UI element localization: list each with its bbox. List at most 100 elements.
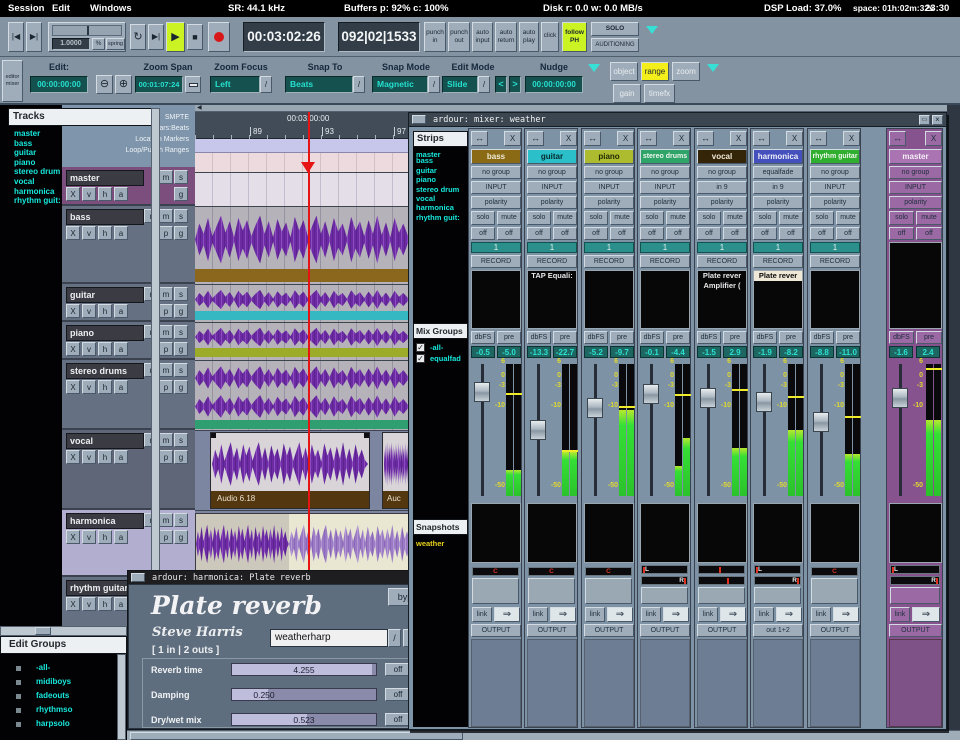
pre-redirect-box[interactable]: [471, 270, 521, 329]
gain-automation-button[interactable]: g: [174, 450, 188, 464]
lane-bass[interactable]: [195, 206, 412, 284]
tracks-pane-scrollbar[interactable]: [151, 108, 160, 632]
record-button[interactable]: RECORD: [584, 255, 634, 268]
lane-stereo-drums[interactable]: [195, 360, 412, 430]
height-button[interactable]: h: [98, 342, 112, 356]
mouse-mode-range[interactable]: range: [641, 62, 669, 81]
editor-hscrollbar[interactable]: [127, 730, 960, 740]
peak-display[interactable]: -8.2: [779, 346, 803, 358]
group-button[interactable]: no group: [640, 166, 690, 179]
record-button[interactable]: RECORD: [810, 255, 860, 268]
solo-button[interactable]: solo: [753, 211, 777, 225]
strip-width-icon[interactable]: ↔: [527, 131, 544, 146]
pre-button[interactable]: pre: [916, 331, 942, 344]
strip-name-button[interactable]: rhythm guitar: [810, 149, 860, 164]
record-button[interactable]: RECORD: [640, 255, 690, 268]
group-button[interactable]: no group: [471, 166, 521, 179]
plugin-entry-selected[interactable]: Plate rever: [754, 271, 802, 281]
pre-redirect-box[interactable]: [810, 270, 860, 329]
track-name[interactable]: bass: [66, 209, 144, 225]
visual-button[interactable]: v: [82, 304, 96, 318]
solo-button[interactable]: solo: [697, 211, 721, 225]
comments-area[interactable]: [753, 639, 803, 727]
mix-group-item[interactable]: equalfad: [430, 354, 461, 363]
pan-link-arrow[interactable]: ⇒: [494, 607, 520, 622]
strip-width-icon[interactable]: ↔: [471, 131, 488, 146]
automation-button[interactable]: a: [114, 226, 128, 240]
solo-button[interactable]: solo: [527, 211, 551, 225]
mouse-mode-object[interactable]: object: [610, 62, 638, 81]
automation-button[interactable]: a: [114, 380, 128, 394]
visual-button[interactable]: v: [82, 597, 96, 611]
mute-button[interactable]: mute: [497, 211, 521, 225]
menu-session[interactable]: Session: [8, 3, 44, 14]
automation-button[interactable]: a: [114, 450, 128, 464]
nudge-back-button[interactable]: <: [495, 76, 507, 93]
auto-play-button[interactable]: auto play: [519, 22, 539, 52]
record-off-button[interactable]: off: [584, 227, 608, 240]
monitor-off-button[interactable]: off: [723, 227, 747, 240]
pre-redirect-box[interactable]: [889, 242, 942, 329]
strip-name-button[interactable]: vocal: [697, 149, 747, 164]
tracks-list-item[interactable]: rhythm guit:: [14, 196, 62, 206]
pan-link-button[interactable]: link: [754, 607, 774, 622]
strip-hide-icon[interactable]: X: [504, 131, 521, 146]
group-bar[interactable]: 1: [753, 242, 803, 253]
group-button[interactable]: no group: [810, 166, 860, 179]
pan-link-button[interactable]: link: [472, 607, 492, 622]
zoom-focus-arrow[interactable]: /: [260, 76, 272, 93]
height-button[interactable]: h: [98, 450, 112, 464]
hide-button[interactable]: X: [66, 597, 80, 611]
strip-name-button[interactable]: harmonica: [753, 149, 803, 164]
tracks-list-item[interactable]: piano: [14, 158, 62, 168]
mix-groups-header[interactable]: Mix Groups: [413, 323, 468, 339]
solo-button[interactable]: solo: [471, 211, 495, 225]
record-button[interactable]: [208, 22, 230, 52]
mute-button[interactable]: mute: [779, 211, 803, 225]
dbfs-button[interactable]: dbFS: [697, 331, 721, 344]
gain-automation-button[interactable]: g: [174, 187, 188, 201]
pre-redirect-box[interactable]: [640, 270, 690, 329]
group-bar[interactable]: 1: [810, 242, 860, 253]
mouse-mode-expander-icon[interactable]: [707, 64, 719, 72]
monitor-off-button[interactable]: off: [666, 227, 690, 240]
track-name[interactable]: vocal: [66, 433, 144, 449]
pan-link-arrow[interactable]: ⇒: [720, 607, 746, 622]
menu-windows[interactable]: Windows: [90, 3, 132, 14]
pan-link-button[interactable]: link: [641, 607, 661, 622]
primary-clock[interactable]: 00:03:02:26: [243, 22, 325, 52]
output-button[interactable]: OUTPUT: [584, 624, 634, 637]
ruler-smpte[interactable]: 00:03:00:00 89 93 97: [195, 112, 412, 139]
plugin-entry[interactable]: TAP Equali:: [531, 271, 572, 280]
automation-button[interactable]: a: [114, 597, 128, 611]
strip-hide-icon[interactable]: X: [673, 131, 690, 146]
gain-display[interactable]: -0.5: [471, 346, 495, 358]
fader-handle[interactable]: [756, 392, 772, 412]
mute-button[interactable]: mute: [723, 211, 747, 225]
edit-groups-scrollbar[interactable]: [117, 654, 126, 740]
record-off-button[interactable]: off: [753, 227, 777, 240]
pan-control-area[interactable]: [811, 578, 858, 604]
group-bar[interactable]: 1: [471, 242, 521, 253]
pre-button[interactable]: pre: [723, 331, 747, 344]
hide-button[interactable]: X: [66, 342, 80, 356]
mute-button[interactable]: m: [159, 325, 173, 339]
polarity-button[interactable]: polarity: [527, 196, 577, 209]
pan-link-arrow[interactable]: ⇒: [550, 607, 576, 622]
tracks-pane-bottom-scroll[interactable]: [0, 626, 127, 636]
mute-button[interactable]: m: [159, 363, 173, 377]
toolbar-expander-icon[interactable]: [588, 64, 600, 72]
fader-handle[interactable]: [643, 384, 659, 404]
stop-button[interactable]: ■: [187, 24, 203, 50]
hide-button[interactable]: X: [66, 380, 80, 394]
pan-bar[interactable]: [698, 576, 745, 585]
monitor-off-button[interactable]: off: [916, 227, 942, 240]
dbfs-button[interactable]: dbFS: [471, 331, 495, 344]
playhead-marker-icon[interactable]: [301, 162, 315, 173]
pan-link-button[interactable]: link: [890, 607, 910, 622]
goto-end-button[interactable]: ▶|: [26, 22, 42, 52]
pan-control-area[interactable]: [585, 578, 632, 604]
group-button[interactable]: no group: [889, 166, 942, 179]
preset-combo-arrow[interactable]: /: [388, 629, 401, 647]
record-button[interactable]: RECORD: [697, 255, 747, 268]
